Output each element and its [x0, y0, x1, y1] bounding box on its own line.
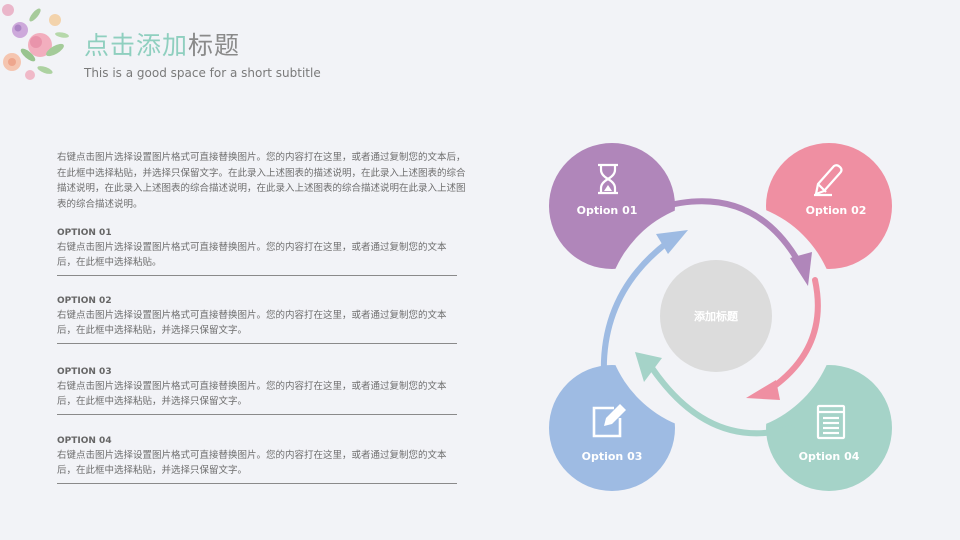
option-text: 右键点击图片选择设置图片格式可直接替换图片。您的内容打在这里，或者通过复制您的文… [57, 310, 447, 336]
option-title: OPTION 02 [57, 296, 112, 306]
option-text: 右键点击图片选择设置图片格式可直接替换图片。您的内容打在这里，或者通过复制您的文… [57, 242, 447, 268]
page-title-rest: 标题 [188, 31, 241, 60]
intro-paragraph: 右键点击图片选择设置图片格式可直接替换图片。您的内容打在这里，或者通过复制您的文… [57, 152, 466, 210]
option-text: 右键点击图片选择设置图片格式可直接替换图片。您的内容打在这里，或者通过复制您的文… [57, 381, 447, 407]
floral-decoration [2, 4, 69, 80]
option-03-label: Option 03 [582, 450, 643, 463]
page-title: 点击添加标题 [84, 26, 240, 62]
page-title-highlight: 点击添加 [84, 31, 189, 60]
option-title: OPTION 01 [57, 228, 112, 238]
option-block-1: OPTION 01 右键点击图片选择设置图片格式可直接替换图片。您的内容打在这里… [57, 227, 457, 276]
option-block-4: OPTION 04 右键点击图片选择设置图片格式可直接替换图片。您的内容打在这里… [57, 435, 457, 484]
center-label: 添加标题 [694, 309, 739, 323]
option-title: OPTION 03 [57, 367, 112, 377]
option-title: OPTION 04 [57, 436, 112, 446]
option-text: 右键点击图片选择设置图片格式可直接替换图片。您的内容打在这里，或者通过复制您的文… [57, 450, 447, 476]
option-04-label: Option 04 [799, 450, 860, 463]
cycle-diagram: 添加标题 Option 01 Option 02 Option 03 Optio… [540, 130, 900, 500]
option-02-label: Option 02 [806, 204, 867, 217]
page-subtitle: This is a good space for a short subtitl… [84, 66, 321, 80]
option-block-3: OPTION 03 右键点击图片选择设置图片格式可直接替换图片。您的内容打在这里… [57, 366, 457, 415]
option-01-label: Option 01 [577, 204, 638, 217]
option-block-2: OPTION 02 右键点击图片选择设置图片格式可直接替换图片。您的内容打在这里… [57, 295, 457, 344]
